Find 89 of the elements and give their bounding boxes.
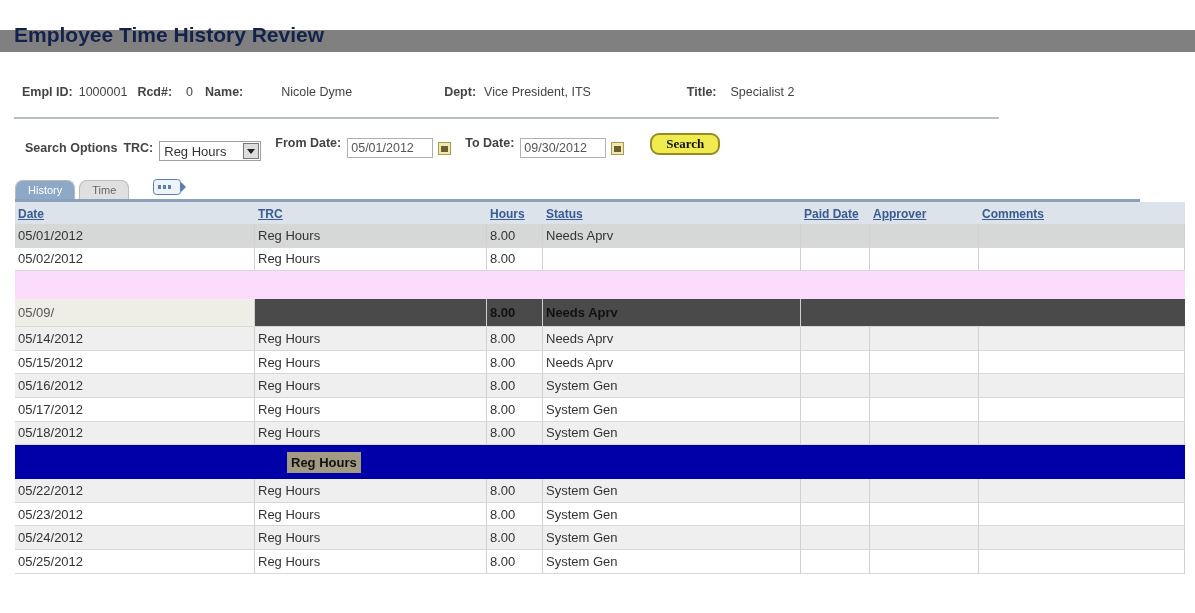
table-cell: 05/02/2012 — [18, 251, 84, 267]
trc-dropdown[interactable]: Reg Hours — [159, 141, 262, 161]
table-cell: 05/24/2012 — [18, 530, 84, 546]
table-row[interactable]: 05/15/2012 Reg Hours 8.00 Needs Aprv — [15, 350, 1185, 375]
table-cell: 8.00 — [490, 227, 516, 243]
table-cell: 05/01/2012 — [18, 227, 84, 243]
table-row[interactable]: 05/16/2012 Reg Hours 8.00 System Gen — [15, 374, 1185, 398]
table-cell: 05/16/2012 — [18, 378, 84, 394]
table-row[interactable]: 05/09/ 8.00 Needs Aprv — [15, 299, 1185, 328]
table-cell: System Gen — [546, 506, 618, 522]
from-date-field[interactable]: 05/01/2012 — [347, 138, 434, 158]
table-cell: Needs Aprv — [546, 305, 618, 321]
column-header[interactable]: Paid Date — [804, 206, 859, 221]
table-row[interactable]: 05/23/2012 Reg Hours 8.00 System Gen — [15, 502, 1185, 527]
table-cell: 8.00 — [490, 553, 516, 569]
table-cell: 8.00 — [490, 331, 516, 346]
field-value: Specialist 2 — [730, 85, 795, 99]
table-cell: 05/18/2012 — [18, 425, 84, 441]
table-row[interactable]: 05/02/2012 Reg Hours 8.00 — [15, 247, 1185, 272]
table-cell: Reg Hours — [258, 530, 321, 546]
table-cell: Reg Hours — [258, 251, 321, 267]
table-cell: System Gen — [546, 530, 618, 546]
table-cell: 05/17/2012 — [18, 401, 84, 417]
table-cell: 8.00 — [490, 482, 516, 498]
table-cell: Reg Hours — [258, 331, 321, 346]
column-header[interactable]: Date — [18, 206, 44, 221]
field-value: Vice President, ITS — [484, 85, 591, 99]
table-cell: Reg Hours — [258, 506, 321, 522]
table-cell: System Gen — [546, 425, 618, 441]
table-cell: 05/09/ — [18, 305, 55, 321]
calendar-icon[interactable] — [438, 141, 452, 155]
table-row[interactable]: 05/25/2012 Reg Hours 8.00 System Gen — [15, 549, 1185, 574]
column-header[interactable]: Status — [546, 206, 583, 221]
tab[interactable]: Time — [79, 180, 130, 199]
table-cell: System Gen — [546, 482, 618, 498]
page-title: Employee Time History Review — [14, 22, 325, 48]
table-row[interactable]: 05/14/2012 Reg Hours 8.00 Needs Aprv — [15, 327, 1185, 351]
section-label: Search Options — [25, 141, 118, 155]
table-cell: 8.00 — [490, 354, 516, 370]
table-cell: Needs Aprv — [546, 331, 614, 346]
table-cell: Reg Hours — [258, 354, 321, 370]
table-row[interactable]: 05/01/2012 Reg Hours 8.00 Needs Aprv — [15, 224, 1185, 248]
table-cell: Reg Hours — [258, 425, 321, 441]
table-row[interactable]: 05/24/2012 Reg Hours 8.00 System Gen — [15, 526, 1185, 550]
field-value: Nicole Dyme — [281, 85, 353, 99]
table-cell: Reg Hours — [258, 553, 321, 569]
table-cell: Reg Hours — [258, 227, 321, 243]
column-header[interactable]: TRC — [258, 206, 283, 221]
table-cell: 8.00 — [490, 425, 516, 441]
field-label: Rcd#: — [137, 85, 173, 99]
column-header[interactable]: Comments — [982, 206, 1044, 221]
table-cell: System Gen — [546, 378, 618, 394]
table-row[interactable]: 05/18/2012 Reg Hours 8.00 System Gen — [15, 421, 1185, 446]
field-label: TRC: — [123, 141, 154, 155]
field-label: Empl ID: — [22, 85, 73, 99]
field-label: Title: — [686, 85, 717, 99]
field-label: From Date: — [275, 136, 342, 150]
to-date-field[interactable]: 09/30/2012 — [520, 138, 607, 158]
table-cell: 05/25/2012 — [18, 553, 84, 569]
field-value: 0 — [186, 85, 194, 99]
table-cell: 8.00 — [490, 530, 516, 546]
calendar-icon[interactable] — [611, 141, 625, 155]
field-value: 1000001 — [78, 85, 128, 99]
table-cell: 8.00 — [490, 401, 516, 417]
table-cell: 8.00 — [490, 251, 516, 267]
field-label: To Date: — [465, 136, 515, 150]
table-cell: System Gen — [546, 553, 618, 569]
table-cell: 8.00 — [490, 305, 516, 321]
table-cell: Reg Hours — [287, 451, 361, 473]
table-cell: 8.00 — [490, 506, 516, 522]
table-row[interactable]: 05/22/2012 Reg Hours 8.00 System Gen — [15, 479, 1185, 503]
search-button[interactable]: Search — [650, 133, 721, 155]
table-cell: System Gen — [546, 401, 618, 417]
show-all-columns-icon[interactable] — [153, 179, 188, 195]
table-cell: Reg Hours — [258, 401, 321, 417]
table-cell: 8.00 — [490, 378, 516, 394]
table-cell: Needs Aprv — [546, 354, 614, 370]
table-cell: Reg Hours — [258, 482, 321, 498]
column-header[interactable]: Approver — [873, 206, 927, 221]
table-cell: 05/23/2012 — [18, 506, 84, 522]
table-cell: 05/15/2012 — [18, 354, 84, 370]
table-row[interactable]: 05/17/2012 Reg Hours 8.00 System Gen — [15, 397, 1185, 422]
table-cell: 05/22/2012 — [18, 482, 84, 498]
table-cell: Reg Hours — [258, 378, 321, 394]
field-label: Name: — [205, 85, 244, 99]
column-header[interactable]: Hours — [490, 206, 525, 221]
table-cell: 05/14/2012 — [18, 331, 84, 346]
table-cell: Needs Aprv — [546, 227, 614, 243]
field-label: Dept: — [444, 85, 477, 99]
